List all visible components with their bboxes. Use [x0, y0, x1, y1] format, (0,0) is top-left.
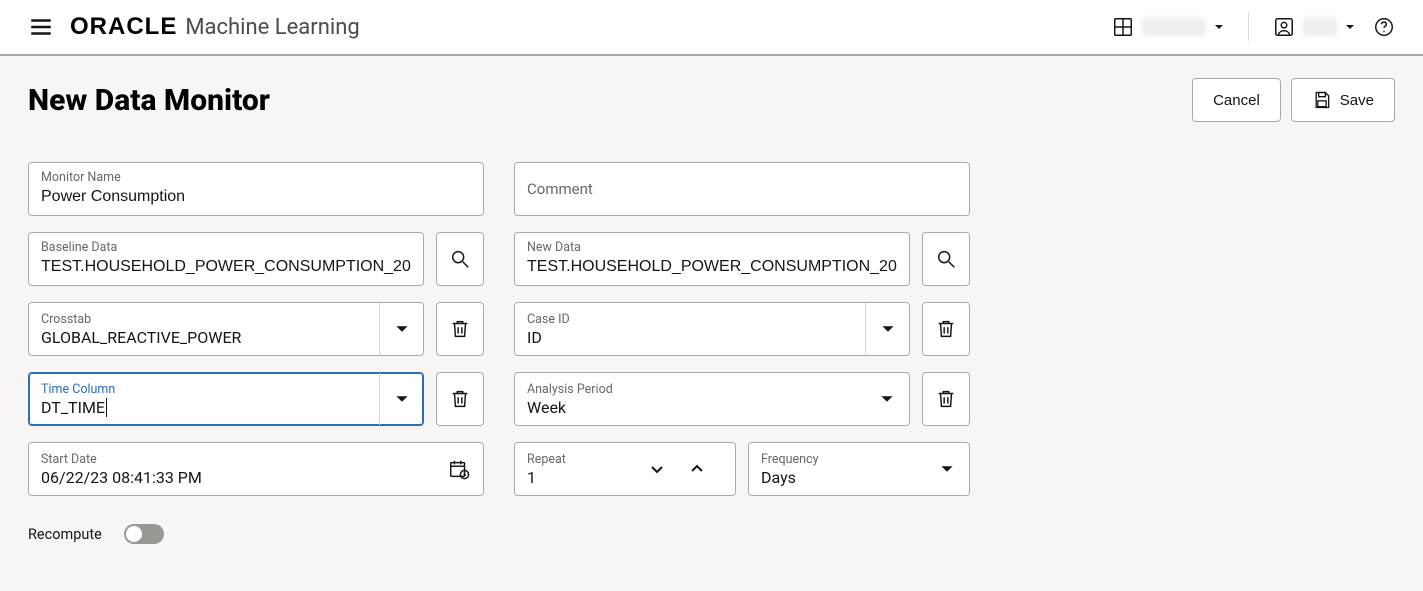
repeat-label: Repeat: [527, 452, 625, 467]
baseline-data-field[interactable]: Baseline Data: [28, 232, 424, 286]
frequency-value: Days: [761, 468, 913, 487]
brand-logo: ORACLE: [70, 13, 177, 41]
crosstab-value: GLOBAL_REACTIVE_POWER: [41, 328, 367, 347]
brand-product: Machine Learning: [185, 15, 359, 40]
frequency-label: Frequency: [761, 452, 913, 467]
project-name: [1142, 18, 1206, 36]
separator: [1248, 13, 1249, 41]
cancel-label: Cancel: [1213, 92, 1260, 109]
repeat-field[interactable]: Repeat 1: [514, 442, 736, 496]
time-column-dropdown[interactable]: [379, 373, 423, 425]
user-icon: [1273, 16, 1295, 38]
analysis-period-field[interactable]: Analysis Period Week: [514, 372, 910, 426]
project-selector[interactable]: [1112, 16, 1224, 38]
trash-icon: [449, 388, 471, 410]
time-column-label: Time Column: [41, 382, 367, 397]
trash-icon: [935, 388, 957, 410]
search-icon: [935, 248, 957, 270]
chevron-down-icon: [395, 322, 409, 336]
start-date-label: Start Date: [41, 452, 423, 467]
repeat-decrement[interactable]: [637, 443, 677, 495]
recompute-label: Recompute: [28, 526, 102, 543]
analysis-period-label: Analysis Period: [527, 382, 853, 397]
new-data-input[interactable]: [515, 233, 909, 285]
monitor-name-input[interactable]: [29, 163, 483, 215]
search-icon: [449, 248, 471, 270]
brand: ORACLE Machine Learning: [70, 13, 360, 41]
repeat-increment[interactable]: [677, 443, 717, 495]
new-data-field[interactable]: New Data: [514, 232, 910, 286]
calendar-clock-icon: [448, 458, 470, 480]
chevron-down-icon: [395, 392, 409, 406]
comment-field[interactable]: Comment: [514, 162, 970, 216]
project-icon: [1112, 16, 1134, 38]
repeat-value: 1: [527, 468, 625, 487]
analysis-period-value: Week: [527, 398, 853, 417]
baseline-data-search-button[interactable]: [436, 232, 484, 286]
help-icon[interactable]: [1373, 16, 1395, 38]
chevron-down-icon: [1345, 22, 1355, 32]
trash-icon: [449, 318, 471, 340]
user-name: [1303, 18, 1337, 36]
time-column-value: DT_TIME: [41, 398, 367, 417]
chevron-up-icon: [689, 461, 705, 477]
case-id-dropdown[interactable]: [865, 303, 909, 355]
case-id-label: Case ID: [527, 312, 853, 327]
save-icon: [1312, 90, 1332, 110]
chevron-down-icon: [940, 462, 954, 476]
time-column-delete-button[interactable]: [436, 372, 484, 426]
crosstab-label: Crosstab: [41, 312, 367, 327]
frequency-dropdown[interactable]: [925, 443, 969, 495]
analysis-period-dropdown[interactable]: [865, 373, 909, 425]
chevron-down-icon: [880, 392, 894, 406]
chevron-down-icon: [881, 322, 895, 336]
recompute-toggle[interactable]: [124, 524, 164, 544]
save-label: Save: [1340, 92, 1374, 109]
crosstab-dropdown[interactable]: [379, 303, 423, 355]
chevron-down-icon: [1214, 22, 1224, 32]
new-data-search-button[interactable]: [922, 232, 970, 286]
case-id-field[interactable]: Case ID ID: [514, 302, 910, 356]
crosstab-field[interactable]: Crosstab GLOBAL_REACTIVE_POWER: [28, 302, 424, 356]
start-date-value: 06/22/23 08:41:33 PM: [41, 468, 423, 487]
start-date-picker-button[interactable]: [435, 443, 483, 495]
save-button[interactable]: Save: [1291, 78, 1395, 122]
page-title: New Data Monitor: [28, 83, 270, 118]
case-id-delete-button[interactable]: [922, 302, 970, 356]
monitor-name-field[interactable]: Monitor Name: [28, 162, 484, 216]
frequency-field[interactable]: Frequency Days: [748, 442, 970, 496]
top-bar: ORACLE Machine Learning: [0, 0, 1423, 56]
chevron-down-icon: [649, 461, 665, 477]
cancel-button[interactable]: Cancel: [1192, 78, 1281, 122]
trash-icon: [935, 318, 957, 340]
user-selector[interactable]: [1273, 16, 1355, 38]
menu-icon[interactable]: [28, 14, 54, 40]
analysis-period-delete-button[interactable]: [922, 372, 970, 426]
start-date-field[interactable]: Start Date 06/22/23 08:41:33 PM: [28, 442, 484, 496]
crosstab-delete-button[interactable]: [436, 302, 484, 356]
case-id-value: ID: [527, 328, 853, 347]
baseline-data-input[interactable]: [29, 233, 423, 285]
comment-label: Comment: [515, 163, 593, 215]
time-column-field[interactable]: Time Column DT_TIME: [28, 372, 424, 426]
